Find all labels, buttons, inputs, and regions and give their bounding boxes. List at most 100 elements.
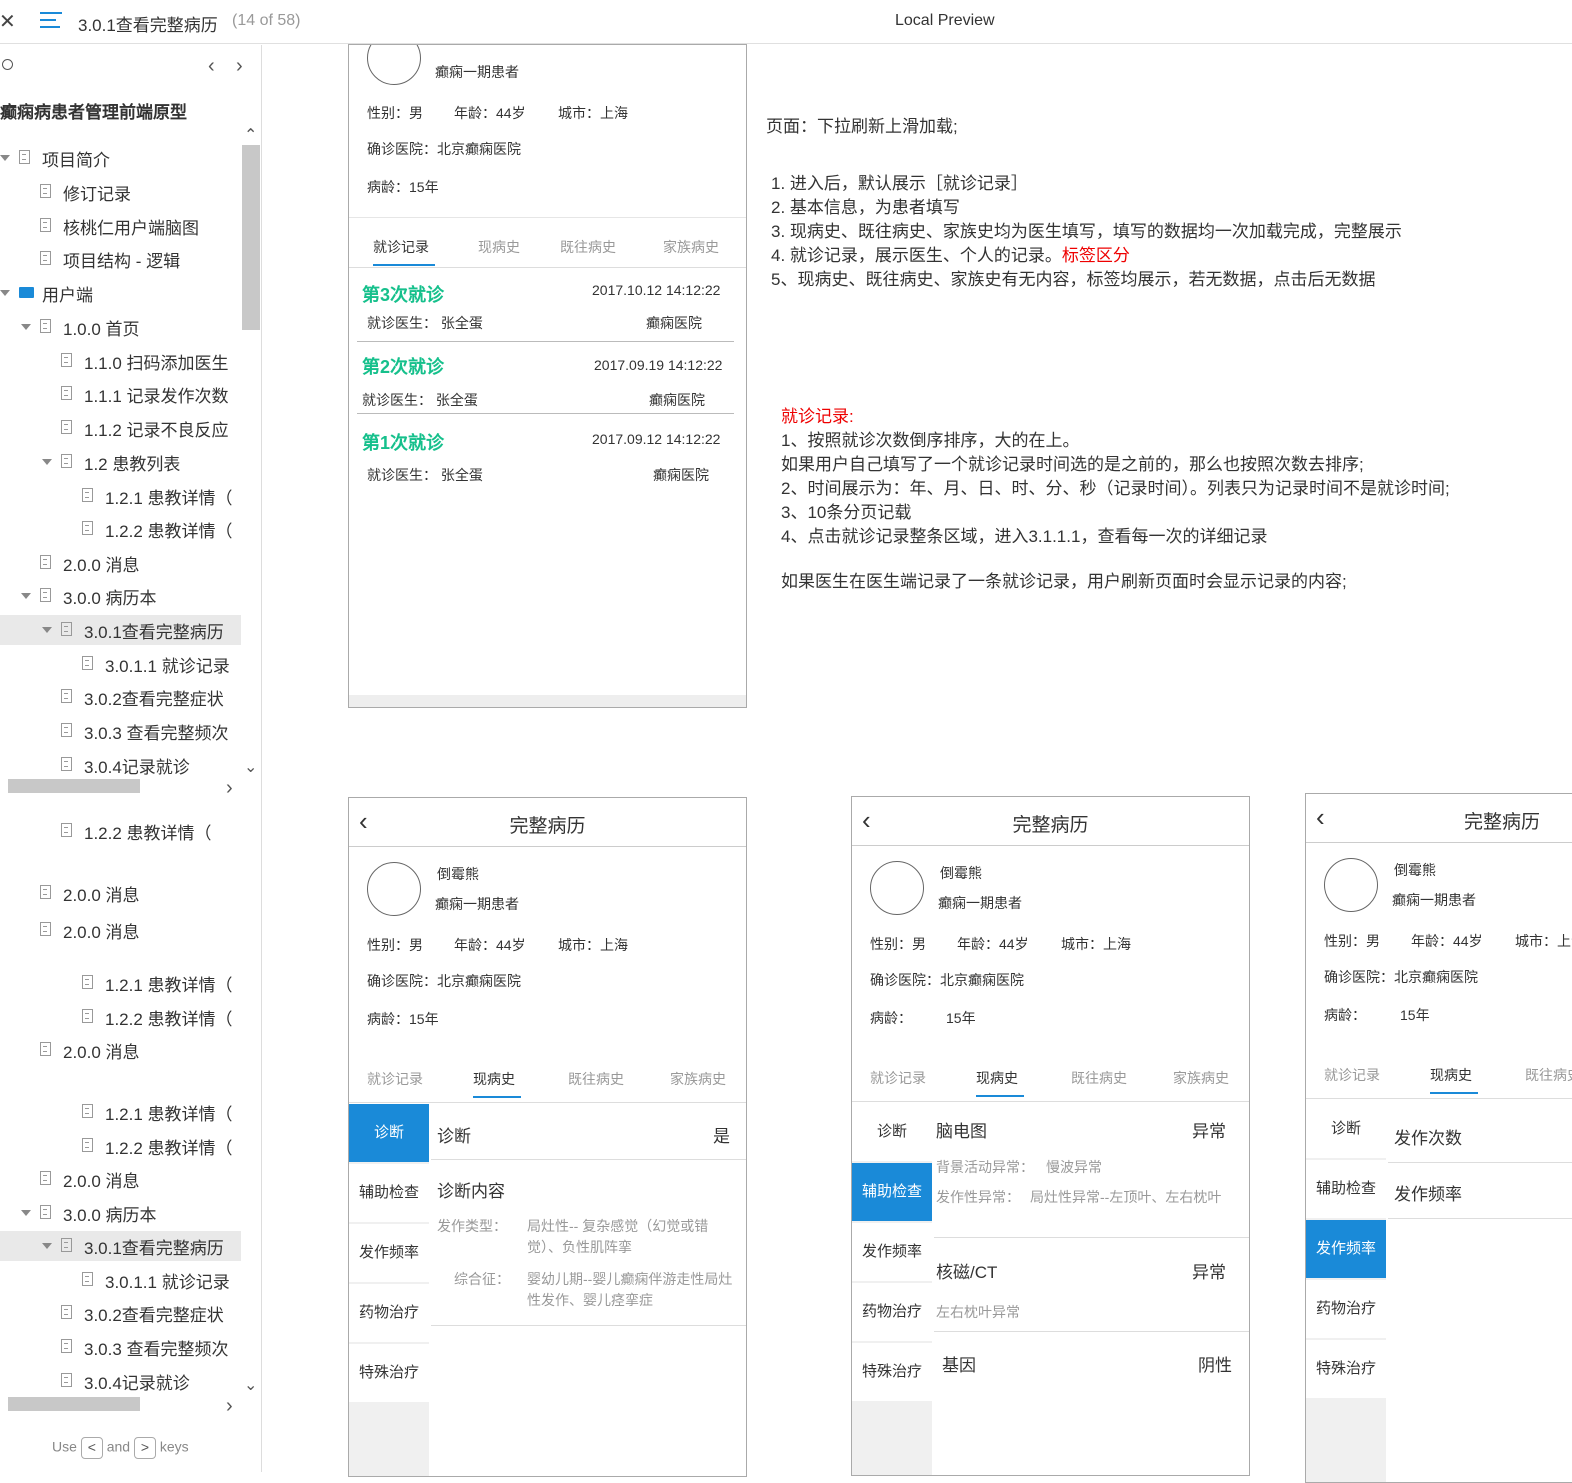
tab-past-history[interactable]: 既往病史: [568, 1069, 624, 1089]
expand-arrow-icon[interactable]: [0, 155, 10, 161]
tree-item-label: 1.2.1 患教详情（: [105, 976, 233, 995]
menu-special-therapy[interactable]: 特殊治疗: [852, 1343, 932, 1401]
menu-aux-exam[interactable]: 辅助检查: [349, 1164, 429, 1222]
tree-item[interactable]: 3.0.4记录就诊: [0, 1366, 241, 1396]
menu-diagnosis[interactable]: 诊断: [1306, 1100, 1386, 1158]
tree-item[interactable]: 3.0.3 查看完整频次: [0, 1332, 241, 1362]
tab-visit-records[interactable]: 就诊记录: [1324, 1065, 1380, 1085]
chevron-right-icon[interactable]: ›: [226, 777, 233, 800]
tree-item[interactable]: 1.2.1 患教详情（: [0, 1097, 241, 1127]
tree-item[interactable]: 3.0.1.1 就诊记录: [0, 1265, 241, 1295]
tree-item[interactable]: 1.2 患教列表: [0, 447, 241, 477]
tab-current-history[interactable]: 现病史: [473, 1069, 515, 1089]
expand-arrow-icon[interactable]: [21, 593, 31, 599]
expand-arrow-icon[interactable]: [21, 324, 31, 330]
menu-seizure-frequency[interactable]: 发作频率: [349, 1224, 429, 1282]
chevron-right-icon[interactable]: ›: [236, 55, 243, 78]
tree-item[interactable]: 3.0.3 查看完整频次: [0, 716, 241, 746]
tree-item[interactable]: 2.0.0 消息: [0, 915, 241, 945]
tree-item[interactable]: 1.2.1 患教详情（: [0, 481, 241, 511]
divider: [934, 1237, 1249, 1238]
tree-item[interactable]: 2.0.0 消息: [0, 548, 241, 578]
expand-arrow-icon[interactable]: [42, 459, 52, 465]
tab-family-history[interactable]: 家族病史: [670, 1069, 726, 1089]
tree-item[interactable]: 项目简介: [0, 143, 241, 173]
tree-item[interactable]: 1.2.2 患教详情（: [0, 514, 241, 544]
tab-current-history[interactable]: 现病史: [478, 237, 520, 257]
tree-item[interactable]: 1.1.0 扫码添加医生: [0, 346, 241, 376]
tree-item[interactable]: 核桃仁用户端脑图: [0, 211, 241, 241]
phone-visit-records: 癫痫一期患者 性别：男 年龄：44岁 城市：上海 确诊医院：北京癫痫医院 病龄：…: [348, 44, 747, 708]
tree-item[interactable]: 1.0.0 首页: [0, 312, 241, 342]
tree-item[interactable]: 2.0.0 消息: [0, 1164, 241, 1194]
tree-item[interactable]: 2.0.0 消息: [0, 1035, 241, 1065]
chevron-right-icon[interactable]: ›: [226, 1395, 233, 1418]
chevron-left-icon[interactable]: ‹: [208, 55, 215, 78]
tree-item[interactable]: 用户端: [0, 278, 241, 308]
expand-arrow-icon[interactable]: [21, 1210, 31, 1216]
menu-aux-exam[interactable]: 辅助检查: [852, 1163, 932, 1221]
tab-visit-records[interactable]: 就诊记录: [367, 1069, 423, 1089]
menu-seizure-frequency[interactable]: 发作频率: [852, 1223, 932, 1281]
tree-item[interactable]: 1.2.2 患教详情（: [0, 1131, 241, 1161]
vertical-scrollbar[interactable]: [242, 145, 260, 330]
patient-name: 倒霉熊: [1394, 862, 1436, 878]
menu-seizure-frequency[interactable]: 发作频率: [1306, 1220, 1386, 1278]
tab-family-history[interactable]: 家族病史: [663, 237, 719, 257]
expand-arrow-icon[interactable]: [42, 627, 52, 633]
tree-item[interactable]: 3.0.2查看完整症状: [0, 1298, 241, 1328]
tree-item[interactable]: 3.0.1查看完整病历: [0, 1231, 241, 1261]
note-highlight: 标签区分: [1061, 246, 1130, 265]
tree-item[interactable]: 1.2.2 患教详情（: [0, 816, 241, 846]
tree-item[interactable]: 3.0.2查看完整症状: [0, 682, 241, 712]
tree-item[interactable]: 3.0.0 病历本: [0, 1198, 241, 1228]
tab-current-history[interactable]: 现病史: [1430, 1065, 1472, 1085]
search-icon[interactable]: [2, 59, 13, 70]
hint-and: and: [106, 1438, 131, 1455]
tree-item-label: 3.0.4记录就诊: [84, 1374, 190, 1393]
tab-visit-records[interactable]: 就诊记录: [870, 1068, 926, 1088]
folder-icon: [19, 287, 34, 298]
patient-type: 癫痫一期患者: [1392, 892, 1476, 908]
menu-special-therapy[interactable]: 特殊治疗: [349, 1344, 429, 1402]
tab-past-history[interactable]: 既往病史: [1071, 1068, 1127, 1088]
tree-item[interactable]: 1.2.1 患教详情（: [0, 968, 241, 998]
horizontal-scrollbar[interactable]: [8, 1397, 140, 1411]
menu-aux-exam[interactable]: 辅助检查: [1306, 1160, 1386, 1218]
menu-special-therapy[interactable]: 特殊治疗: [1306, 1340, 1386, 1398]
tab-past-history[interactable]: 既往病史: [560, 237, 616, 257]
tab-past-history[interactable]: 既往病史: [1525, 1065, 1572, 1085]
menu-drug-therapy[interactable]: 药物治疗: [852, 1283, 932, 1341]
expand-arrow-icon[interactable]: [0, 290, 10, 296]
tree-item[interactable]: 3.0.4记录就诊: [0, 750, 241, 780]
tree-item[interactable]: 3.0.1查看完整病历: [0, 615, 241, 645]
tree-item[interactable]: 1.2.2 患教详情（: [0, 1002, 241, 1032]
chevron-down-icon[interactable]: ⌄: [244, 1375, 257, 1395]
gender: 性别：男: [367, 937, 423, 953]
tree-item[interactable]: 1.1.1 记录发作次数: [0, 379, 241, 409]
menu-drug-therapy[interactable]: 药物治疗: [349, 1284, 429, 1342]
tree-item[interactable]: 2.0.0 消息: [0, 878, 241, 908]
chevron-up-icon[interactable]: ⌃: [244, 125, 257, 145]
tree-item-label: 2.0.0 消息: [63, 1043, 140, 1062]
menu-diagnosis[interactable]: 诊断: [349, 1104, 429, 1162]
horizontal-scrollbar[interactable]: [8, 779, 140, 793]
divider: [1306, 1098, 1572, 1099]
hamburger-icon[interactable]: [40, 12, 62, 30]
chevron-down-icon[interactable]: ⌄: [244, 757, 257, 777]
expand-arrow-icon[interactable]: [42, 1243, 52, 1249]
tree-item[interactable]: 3.0.0 病历本: [0, 581, 241, 611]
tree-item-label: 1.0.0 首页: [63, 320, 140, 339]
menu-drug-therapy[interactable]: 药物治疗: [1306, 1280, 1386, 1338]
tree-item[interactable]: 1.1.2 记录不良反应: [0, 413, 241, 443]
tree-item[interactable]: 修订记录: [0, 177, 241, 207]
tab-family-history[interactable]: 家族病史: [1173, 1068, 1229, 1088]
menu-diagnosis[interactable]: 诊断: [852, 1103, 932, 1161]
tree-item[interactable]: 项目结构 - 逻辑: [0, 244, 241, 274]
back-arrow-icon[interactable]: ‹: [1316, 802, 1325, 833]
tree-item[interactable]: 3.0.1.1 就诊记录: [0, 649, 241, 679]
avatar: [367, 45, 421, 85]
close-icon[interactable]: ✕: [0, 9, 16, 34]
tab-visit-records[interactable]: 就诊记录: [373, 237, 429, 257]
tab-current-history[interactable]: 现病史: [976, 1068, 1018, 1088]
